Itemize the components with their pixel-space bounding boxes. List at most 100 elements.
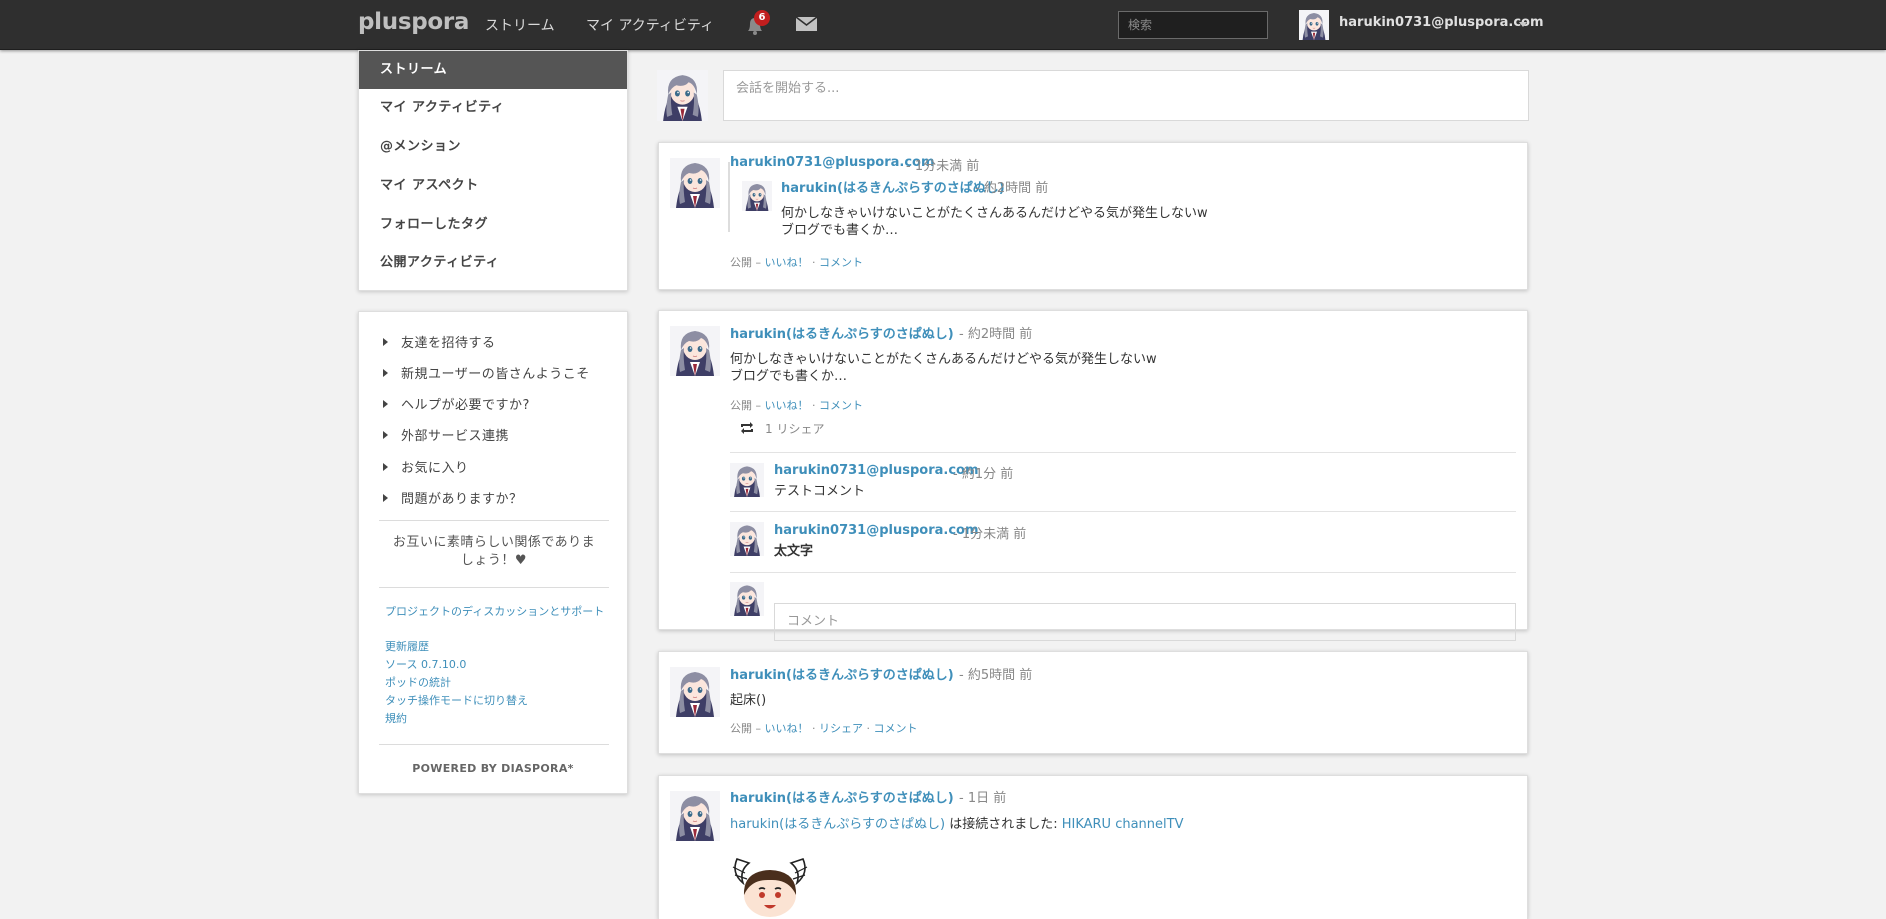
envelope-icon[interactable]: [796, 16, 817, 32]
sidebar-item-mentions[interactable]: @メンション: [359, 128, 627, 166]
search-input[interactable]: [1118, 11, 1268, 39]
info-item-welcome[interactable]: 新規ユーザーの皆さんようこそ: [383, 363, 590, 382]
triangle-right-icon: [383, 369, 388, 377]
post-author[interactable]: harukin(はるきんぷらすのさぱぬし): [730, 664, 954, 683]
post-time[interactable]: - 約5時間 前: [959, 664, 1032, 683]
post-text-line1: 何かしなきゃいけないことがたくさんあるんだけどやる気が発生しないw: [730, 352, 1157, 367]
post-card: harukin0731@pluspora.com - 1分未満 前 haruki…: [658, 142, 1528, 290]
comment-text: 太文字: [774, 544, 814, 559]
connected-label: は接続されました:: [945, 817, 1062, 832]
post-meta: 公開 – いいね！ · コメント: [730, 397, 863, 413]
top-navbar: pluspora ストリーム マイ アクティビティ 6 harukin0731@…: [0, 0, 1886, 50]
sidebar-item-public-activity[interactable]: 公開アクティビティ: [359, 244, 627, 282]
meta-separator: ·: [808, 722, 819, 735]
meta-separator: ·: [808, 256, 819, 269]
triangle-right-icon: [383, 431, 388, 439]
reshare-author-avatar[interactable]: [742, 181, 772, 211]
triangle-right-icon: [383, 338, 388, 346]
footer-link-source[interactable]: ソース 0.7.10.0: [385, 657, 605, 672]
comment-time[interactable]: - 約1分 前: [953, 463, 1013, 482]
post-author[interactable]: harukin(はるきんぷらすのさぱぬし): [730, 323, 954, 342]
connected-service-link[interactable]: HIKARU channelTV: [1062, 817, 1184, 832]
reshare-indicator: [728, 162, 730, 232]
reshare-author[interactable]: harukin(はるきんぷらすのさぱぬし): [781, 177, 1005, 196]
author-avatar[interactable]: [670, 791, 720, 841]
reshare-time[interactable]: - 約2時間 前: [975, 177, 1048, 196]
post-meta: 公開 – いいね！ · コメント: [730, 254, 863, 270]
comment-link[interactable]: コメント: [819, 399, 863, 412]
comment-avatar[interactable]: [730, 522, 764, 556]
info-item-services[interactable]: 外部サービス連携: [383, 425, 509, 444]
publisher-input[interactable]: 会話を開始する...: [723, 70, 1529, 121]
footer-link-discussion[interactable]: プロジェクトのディスカッションとサポート: [385, 604, 605, 619]
footer-link-terms[interactable]: 規約: [385, 711, 605, 726]
powered-by: POWERED BY DIASPORA*: [412, 762, 574, 775]
sidebar-item-followed-tags[interactable]: フォローしたタグ: [359, 206, 627, 244]
post-card: harukin(はるきんぷらすのさぱぬし) - 1日 前 harukin(はるき…: [658, 775, 1528, 919]
post-time[interactable]: - 約2時間 前: [959, 323, 1032, 342]
post-card: harukin(はるきんぷらすのさぱぬし) - 約2時間 前 何かしなきゃいけな…: [658, 310, 1528, 641]
info-item-bookmarklet[interactable]: お気に入り: [383, 457, 469, 476]
divider: [379, 744, 609, 745]
footer-link-touch-mode[interactable]: タッチ操作モードに切り替え: [385, 693, 605, 708]
footer-link-changelog[interactable]: 更新履歴: [385, 639, 605, 654]
post-card: harukin(はるきんぷらすのさぱぬし) - 約5時間 前 起床() 公開 –…: [658, 651, 1528, 754]
connected-user-link[interactable]: harukin(はるきんぷらすのさぱぬし): [730, 817, 945, 832]
triangle-right-icon: [383, 494, 388, 502]
user-avatar[interactable]: [1299, 10, 1329, 40]
caret-down-icon[interactable]: [1519, 22, 1527, 27]
author-avatar[interactable]: [670, 326, 720, 376]
comment-text: テストコメント: [774, 484, 866, 499]
comment-link[interactable]: コメント: [874, 722, 918, 735]
info-item-problems[interactable]: 問題がありますか？: [383, 488, 523, 507]
comments-divider: [730, 452, 1516, 453]
post-author[interactable]: harukin0731@pluspora.com: [730, 155, 935, 170]
post-author[interactable]: harukin(はるきんぷらすのさぱぬし): [730, 787, 954, 806]
connection-text: harukin(はるきんぷらすのさぱぬし) は接続されました: HIKARU c…: [730, 816, 1183, 833]
triangle-right-icon: [383, 463, 388, 471]
sidebar-item-stream[interactable]: ストリーム: [359, 51, 627, 89]
comment-time[interactable]: - 1分未満 前: [953, 523, 1026, 542]
author-avatar[interactable]: [670, 158, 720, 208]
nav-my-activity[interactable]: マイ アクティビティ: [586, 15, 714, 35]
meta-separator: ·: [808, 399, 819, 412]
author-avatar[interactable]: [670, 667, 720, 717]
visibility-label: 公開 –: [730, 722, 765, 735]
comment-author[interactable]: harukin0731@pluspora.com: [774, 463, 979, 478]
visibility-label: 公開 –: [730, 399, 765, 412]
info-item-invite[interactable]: 友達を招待する: [383, 332, 496, 351]
nav-stream[interactable]: ストリーム: [485, 15, 555, 35]
like-link[interactable]: いいね！: [765, 399, 809, 412]
post-text-line2: ブログでも書くか…: [730, 369, 848, 384]
publisher-avatar: [657, 70, 708, 121]
reshare-text-line1: 何かしなきゃいけないことがたくさんあるんだけどやる気が発生しないw: [781, 206, 1208, 221]
comment-author[interactable]: harukin0731@pluspora.com: [774, 523, 979, 538]
comment-input[interactable]: コメント: [774, 603, 1516, 641]
reshare-icon: [741, 422, 753, 434]
sidebar-item-my-aspects[interactable]: マイ アスペクト: [359, 167, 627, 205]
love-message: お互いに素晴らしい関係でありましょう！♥: [392, 535, 596, 568]
divider: [379, 587, 609, 588]
comment-link[interactable]: コメント: [819, 256, 863, 269]
info-item-help[interactable]: ヘルプが必要ですか?: [383, 394, 530, 413]
reshare-count[interactable]: 1 リシェア: [765, 420, 824, 437]
info-panel: 友達を招待する 新規ユーザーの皆さんようこそ ヘルプが必要ですか? 外部サービス…: [358, 311, 628, 794]
like-link[interactable]: いいね！: [765, 722, 809, 735]
comment-avatar[interactable]: [730, 463, 764, 497]
like-link[interactable]: いいね！: [765, 256, 809, 269]
comments-divider: [730, 572, 1516, 573]
triangle-right-icon: [383, 400, 388, 408]
service-avatar[interactable]: [729, 849, 811, 919]
commenter-avatar: [730, 582, 764, 616]
stream-nav-panel: ストリーム マイ アクティビティ @メンション マイ アスペクト フォローしたタ…: [358, 50, 628, 291]
visibility-label: 公開 –: [730, 256, 765, 269]
brand-logo[interactable]: pluspora: [358, 9, 469, 35]
sidebar-item-my-activity[interactable]: マイ アクティビティ: [359, 89, 627, 127]
post-text: 起床(): [730, 693, 767, 708]
footer-link-statistics[interactable]: ポッドの統計: [385, 675, 605, 690]
post-time[interactable]: - 1分未満 前: [906, 155, 979, 174]
user-name[interactable]: harukin0731@pluspora.com: [1339, 15, 1544, 30]
reshare-link[interactable]: リシェア: [819, 722, 863, 735]
post-meta: 公開 – いいね！ · リシェア · コメント: [730, 720, 918, 736]
post-time[interactable]: - 1日 前: [959, 787, 1006, 806]
